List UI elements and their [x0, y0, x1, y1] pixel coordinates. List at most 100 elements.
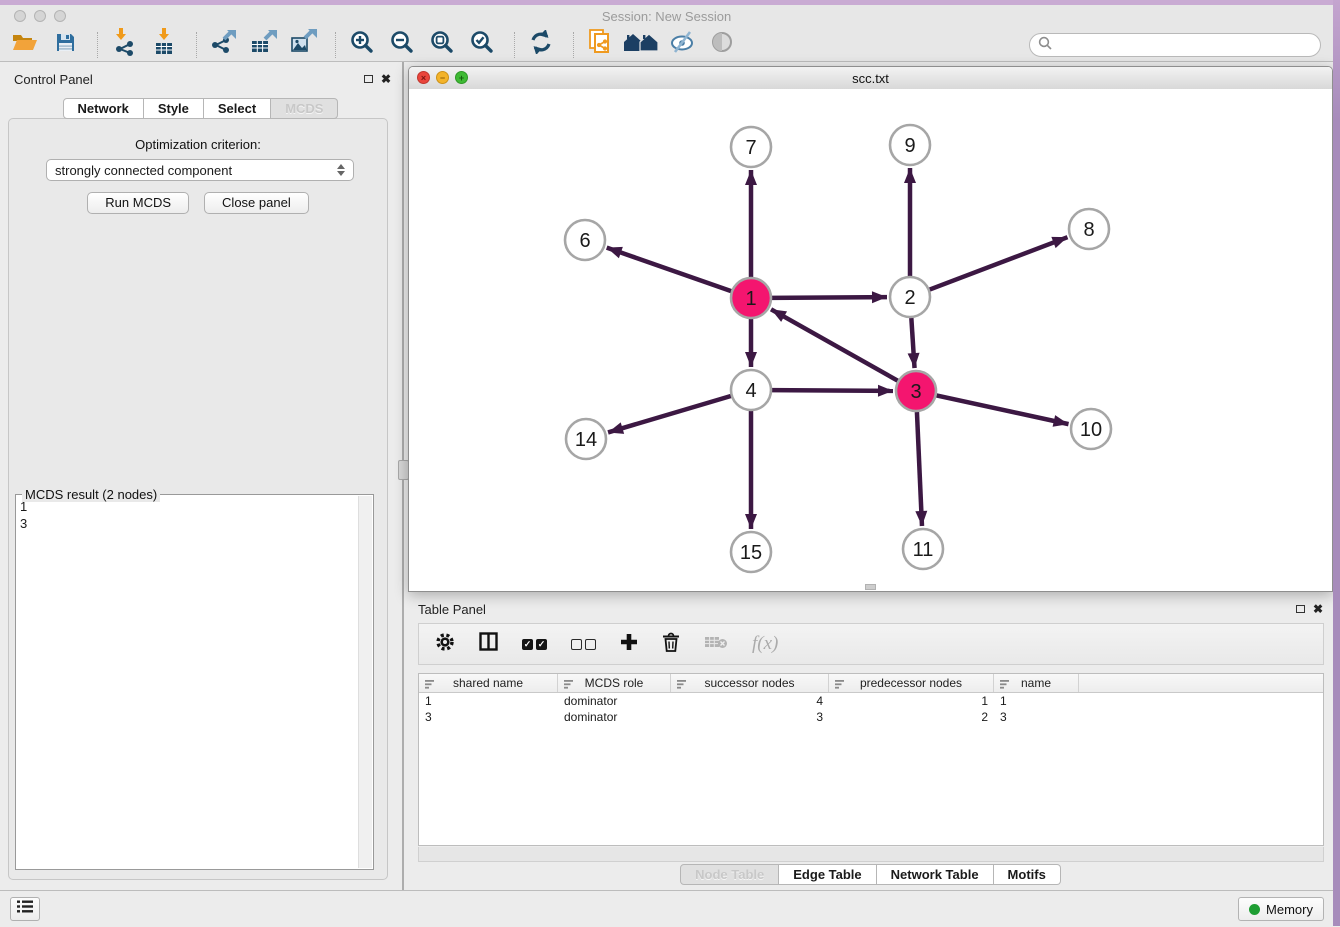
- function-builder-button[interactable]: f(x): [752, 633, 778, 655]
- cell[interactable]: 3: [419, 710, 558, 724]
- eye-slash-icon: [669, 30, 696, 59]
- tab-node-table[interactable]: Node Table: [680, 864, 779, 885]
- graph-node-label-7: 7: [745, 137, 756, 159]
- graph-edge-1-2[interactable]: [772, 297, 887, 298]
- graph-edge-2-8[interactable]: [930, 237, 1068, 289]
- graph-edge-3-1[interactable]: [771, 309, 898, 380]
- delete-row-button[interactable]: [662, 632, 680, 657]
- window-title: Session: New Session: [0, 9, 1333, 24]
- import-table-button[interactable]: [147, 30, 181, 60]
- trash-icon: [662, 632, 680, 657]
- cell[interactable]: 3: [671, 710, 829, 724]
- cell[interactable]: 1: [419, 694, 558, 708]
- save-session-button[interactable]: [48, 30, 82, 60]
- export-table-button[interactable]: [246, 30, 280, 60]
- optimization-criterion-select[interactable]: strongly connected component: [46, 159, 354, 181]
- tab-mcds[interactable]: MCDS: [271, 98, 338, 119]
- close-window-button[interactable]: [14, 10, 26, 22]
- float-table-panel-icon[interactable]: [1296, 605, 1305, 613]
- plus-icon: [620, 633, 638, 656]
- export-network-icon: [210, 29, 237, 60]
- search-field[interactable]: [1029, 33, 1321, 57]
- run-mcds-button[interactable]: Run MCDS: [87, 192, 189, 214]
- zoom-fit-button[interactable]: [425, 30, 459, 60]
- add-row-button[interactable]: [620, 633, 638, 656]
- graph-edge-4-14[interactable]: [608, 396, 731, 432]
- import-network-button[interactable]: [107, 30, 141, 60]
- graph-edge-3-11[interactable]: [917, 412, 922, 526]
- column-header-MCDS-role[interactable]: MCDS role: [558, 674, 671, 692]
- table-settings-button[interactable]: [435, 632, 455, 657]
- open-session-button[interactable]: [8, 30, 42, 60]
- result-scrollbar[interactable]: [358, 496, 372, 868]
- task-history-button[interactable]: [10, 897, 40, 921]
- column-header-name[interactable]: name: [994, 674, 1079, 692]
- tab-style[interactable]: Style: [144, 98, 204, 119]
- cell[interactable]: 4: [671, 694, 829, 708]
- export-network-button[interactable]: [206, 30, 240, 60]
- graph-edge-4-3[interactable]: [772, 390, 893, 391]
- search-input[interactable]: [1056, 37, 1312, 54]
- float-panel-icon[interactable]: [364, 75, 373, 83]
- graph-node-label-11: 11: [913, 539, 934, 561]
- canvas-scroll-handle[interactable]: [865, 584, 876, 590]
- select-all-button[interactable]: ✓✓: [522, 639, 547, 650]
- table-row[interactable]: 1dominator411: [419, 693, 1323, 709]
- tab-motifs[interactable]: Motifs: [994, 864, 1061, 885]
- show-hide-graphics-details-button[interactable]: [665, 30, 699, 60]
- graph-edge-2-3[interactable]: [911, 318, 914, 368]
- network-graph[interactable]: 7968124314101511: [409, 89, 1332, 591]
- control-panel: Control Panel ✖ NetworkStyleSelectMCDS O…: [0, 62, 401, 890]
- export-image-button[interactable]: [286, 30, 320, 60]
- zoom-selected-button[interactable]: [465, 30, 499, 60]
- cell[interactable]: 2: [829, 710, 994, 724]
- close-table-panel-icon[interactable]: ✖: [1313, 603, 1323, 615]
- tab-edge-table[interactable]: Edge Table: [779, 864, 876, 885]
- graph-edge-1-6[interactable]: [607, 248, 731, 291]
- zoom-window-button[interactable]: [54, 10, 66, 22]
- first-neighbors-button[interactable]: [623, 30, 659, 60]
- tab-network-table[interactable]: Network Table: [877, 864, 994, 885]
- network-maximize-button[interactable]: +: [455, 71, 468, 84]
- column-header-predecessor-nodes[interactable]: predecessor nodes: [829, 674, 994, 692]
- cell[interactable]: 1: [829, 694, 994, 708]
- panel-splitter[interactable]: [402, 62, 404, 890]
- unchecked-boxes-icon: [571, 639, 596, 650]
- optimization-criterion-label: Optimization criterion:: [9, 137, 387, 152]
- apply-layout-button[interactable]: [524, 30, 558, 60]
- new-network-from-selection-button[interactable]: [583, 30, 617, 60]
- toolbar-separator: [335, 32, 336, 58]
- cell[interactable]: dominator: [558, 694, 671, 708]
- tab-select[interactable]: Select: [204, 98, 271, 119]
- table-panel-title: Table Panel: [418, 602, 486, 617]
- table-row[interactable]: 3dominator323: [419, 709, 1323, 725]
- close-panel-button[interactable]: Close panel: [204, 192, 309, 214]
- cell[interactable]: dominator: [558, 710, 671, 724]
- close-panel-icon[interactable]: ✖: [381, 73, 391, 85]
- cell[interactable]: 3: [994, 710, 1079, 724]
- network-minimize-button[interactable]: −: [436, 71, 449, 84]
- zoom-out-button[interactable]: [385, 30, 419, 60]
- task-list-icon: [17, 900, 33, 918]
- houses-icon: [623, 30, 659, 59]
- delete-table-button[interactable]: [704, 634, 728, 655]
- minimize-window-button[interactable]: [34, 10, 46, 22]
- table-panel: Table Panel ✖ ✓✓ f(x) shared nameMCDS ro…: [408, 595, 1333, 888]
- show-columns-button[interactable]: [479, 632, 498, 656]
- memory-button[interactable]: Memory: [1238, 897, 1324, 921]
- column-header-successor-nodes[interactable]: successor nodes: [671, 674, 829, 692]
- deselect-all-button[interactable]: [571, 639, 596, 650]
- graph-node-label-10: 10: [1080, 419, 1102, 441]
- network-close-button[interactable]: ×: [417, 71, 430, 84]
- birdseye-view-button[interactable]: [705, 30, 739, 60]
- desktop-edge-top: [0, 0, 1340, 5]
- zoom-in-button[interactable]: [345, 30, 379, 60]
- column-header-shared-name[interactable]: shared name: [419, 674, 558, 692]
- graph-edge-3-10[interactable]: [937, 395, 1069, 424]
- network-canvas[interactable]: 7968124314101511: [409, 89, 1332, 591]
- graph-node-label-9: 9: [904, 135, 915, 157]
- tab-network[interactable]: Network: [63, 98, 144, 119]
- cell[interactable]: 1: [994, 694, 1079, 708]
- network-window-title: scc.txt: [852, 71, 889, 86]
- table-horizontal-scrollbar[interactable]: [418, 847, 1324, 862]
